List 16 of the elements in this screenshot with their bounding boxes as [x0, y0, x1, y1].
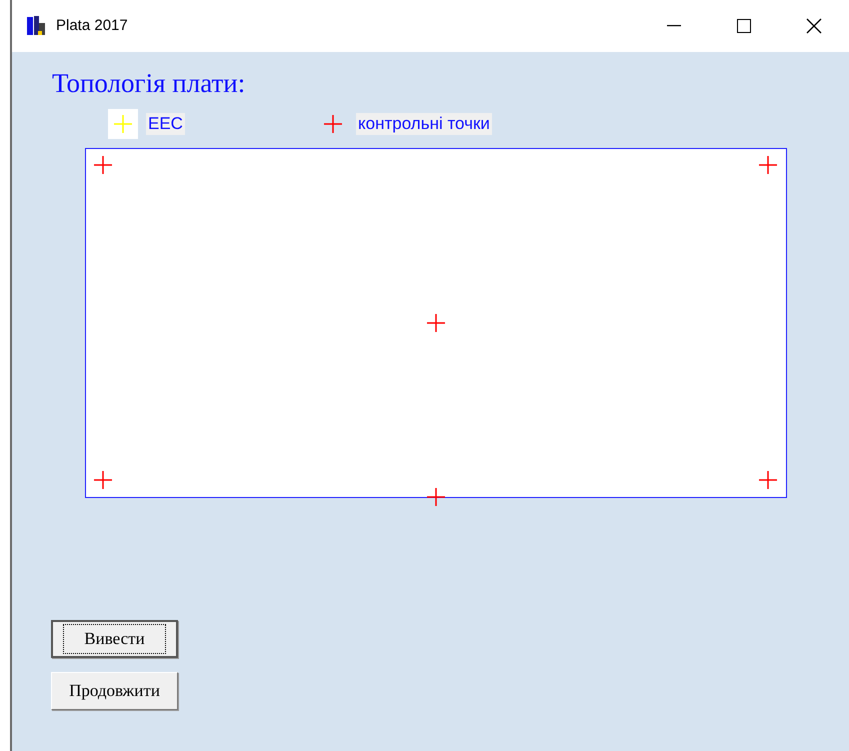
legend-label: ЕЕС [146, 113, 185, 135]
cross-icon [759, 471, 777, 489]
cross-icon [427, 314, 445, 332]
minimize-icon [667, 25, 681, 27]
heading: Топологія плати: [52, 70, 246, 97]
action-button[interactable]: Продовжити [51, 672, 178, 710]
window-title: Plata 2017 [56, 16, 128, 36]
cross-icon [94, 471, 112, 489]
app-icon [26, 15, 48, 37]
cross-icon [94, 156, 112, 174]
cross-icon [427, 488, 445, 506]
cross-icon [759, 156, 777, 174]
maximize-icon [737, 19, 751, 33]
action-button[interactable]: Вивести [51, 620, 178, 658]
legend-label: контрольні точки [356, 113, 492, 135]
close-icon [806, 18, 822, 34]
